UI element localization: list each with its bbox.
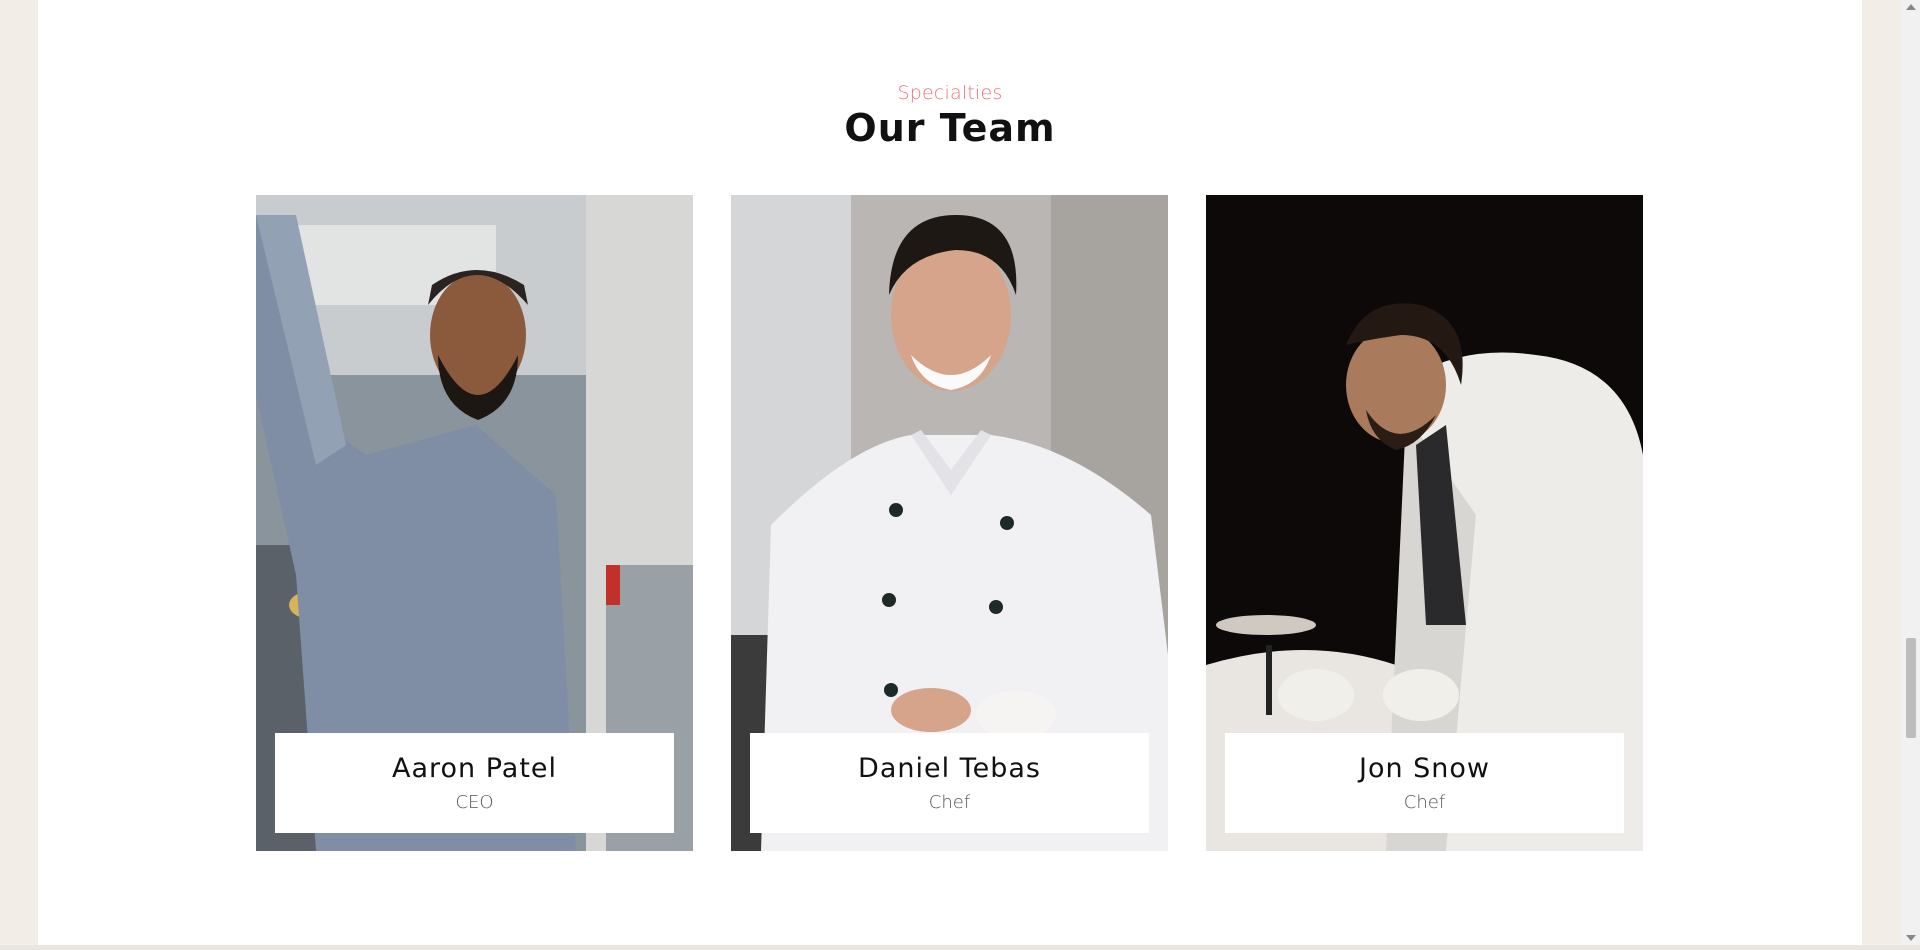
team-member-name: Aaron Patel bbox=[391, 753, 558, 784]
team-member-role: Chef bbox=[928, 792, 971, 813]
team-card-daniel-tebas[interactable]: Daniel Tebas Chef bbox=[731, 195, 1168, 851]
team-member-name: Jon Snow bbox=[1358, 753, 1491, 784]
section-title: Our Team bbox=[844, 106, 1056, 150]
team-member-role: CEO bbox=[455, 792, 494, 813]
scroll-up-icon[interactable] bbox=[1906, 4, 1916, 10]
section-eyebrow: Specialties bbox=[897, 82, 1003, 104]
team-card-caption: Daniel Tebas Chef bbox=[750, 733, 1149, 833]
team-card-caption: Aaron Patel CEO bbox=[275, 733, 674, 833]
vertical-scrollbar[interactable] bbox=[1901, 0, 1920, 945]
team-member-role: Chef bbox=[1403, 792, 1446, 813]
team-member-name: Daniel Tebas bbox=[858, 753, 1041, 784]
team-card-aaron-patel[interactable]: Aaron Patel CEO bbox=[256, 195, 693, 851]
team-card-caption: Jon Snow Chef bbox=[1225, 733, 1624, 833]
page-content: Specialties Our Team Aaron Patel CEO Dan… bbox=[38, 0, 1862, 945]
team-card-jon-snow[interactable]: Jon Snow Chef bbox=[1206, 195, 1643, 851]
scroll-down-icon[interactable] bbox=[1906, 935, 1916, 941]
scrollbar-thumb[interactable] bbox=[1906, 638, 1916, 738]
page-bottom-edge bbox=[0, 945, 1920, 950]
